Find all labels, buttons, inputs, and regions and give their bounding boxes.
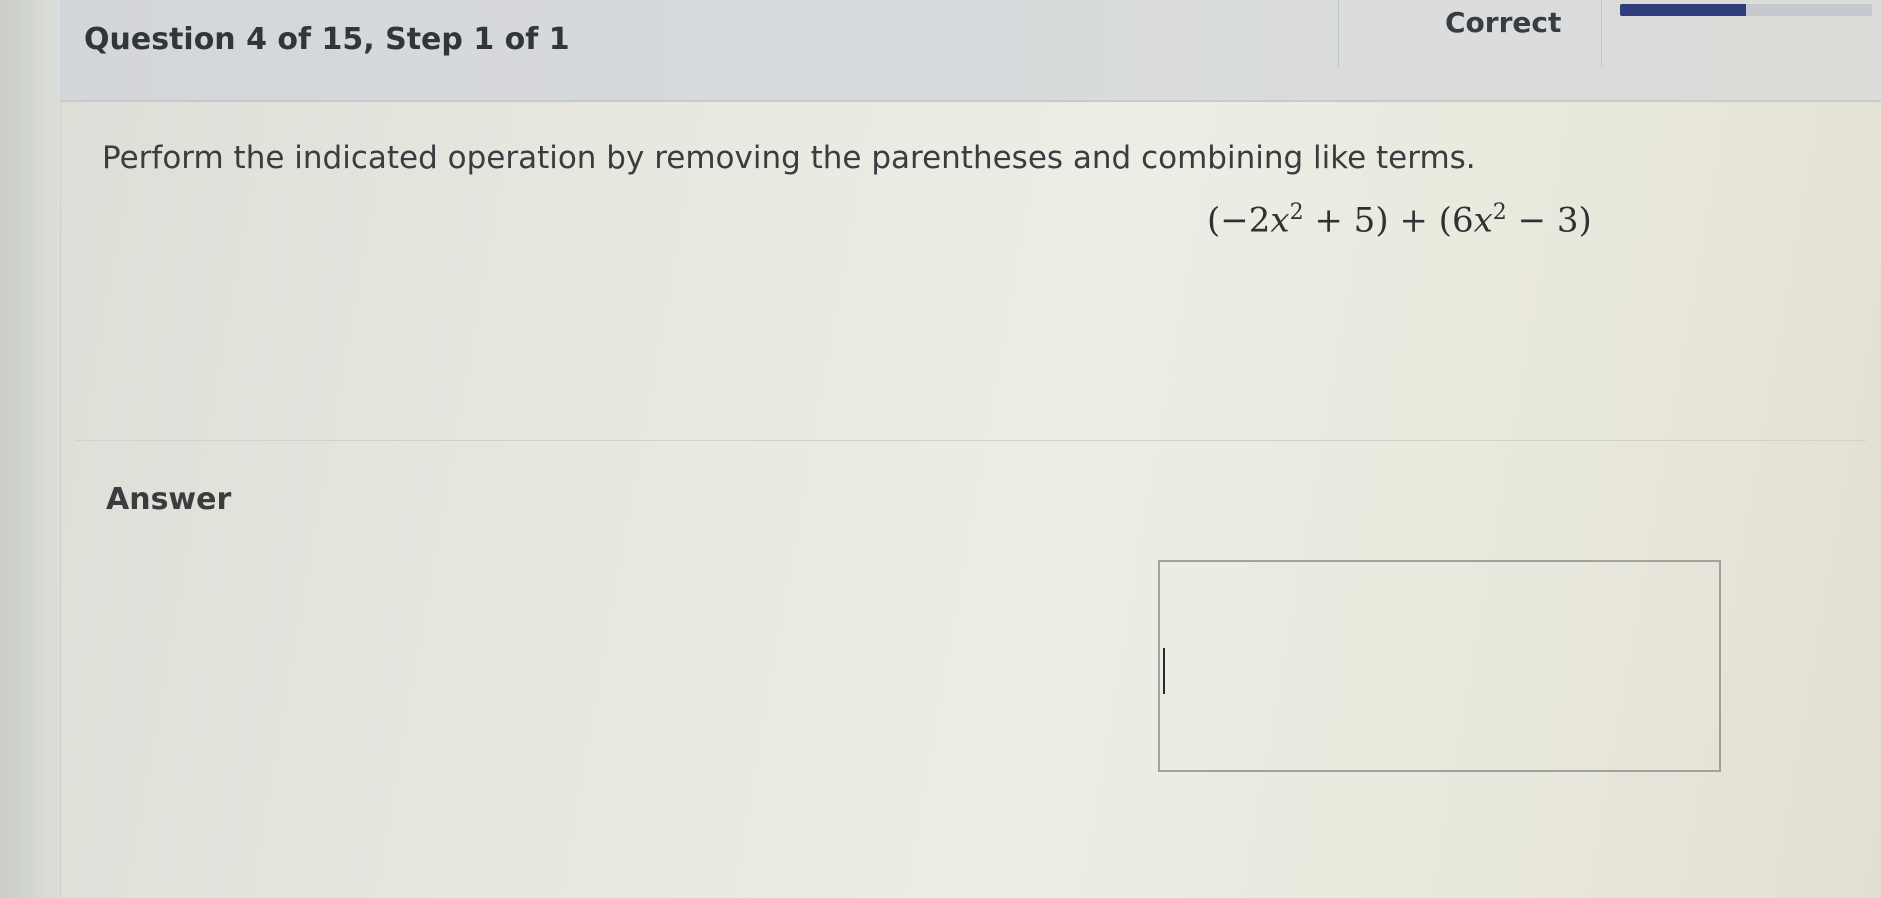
- status-cell: Correct: [1338, 0, 1602, 68]
- expression-exponent: 2: [1289, 200, 1304, 225]
- expression-part: + 5) + (6: [1303, 200, 1474, 241]
- question-title: Question 4 of 15, Step 1 of 1: [84, 22, 570, 57]
- status-correct-label: Correct: [1445, 6, 1562, 39]
- math-expression: (−2x2 + 5) + (6x2 − 3): [1207, 200, 1592, 240]
- expression-part: (−2: [1207, 200, 1271, 241]
- expression-exponent: 2: [1492, 200, 1507, 225]
- question-area: Perform the indicated operation by remov…: [76, 100, 1866, 441]
- progress-bar: [1620, 4, 1872, 16]
- question-prompt: Perform the indicated operation by remov…: [102, 140, 1476, 176]
- expression-variable: x: [1270, 200, 1290, 241]
- left-margin: [0, 0, 61, 898]
- expression-variable: x: [1473, 200, 1493, 241]
- answer-label: Answer: [106, 482, 232, 517]
- progress-bar-fill: [1620, 4, 1746, 16]
- expression-part: − 3): [1506, 200, 1592, 241]
- question-header: Question 4 of 15, Step 1 of 1: [60, 0, 1881, 102]
- answer-input[interactable]: [1158, 560, 1721, 772]
- text-cursor: [1163, 648, 1165, 694]
